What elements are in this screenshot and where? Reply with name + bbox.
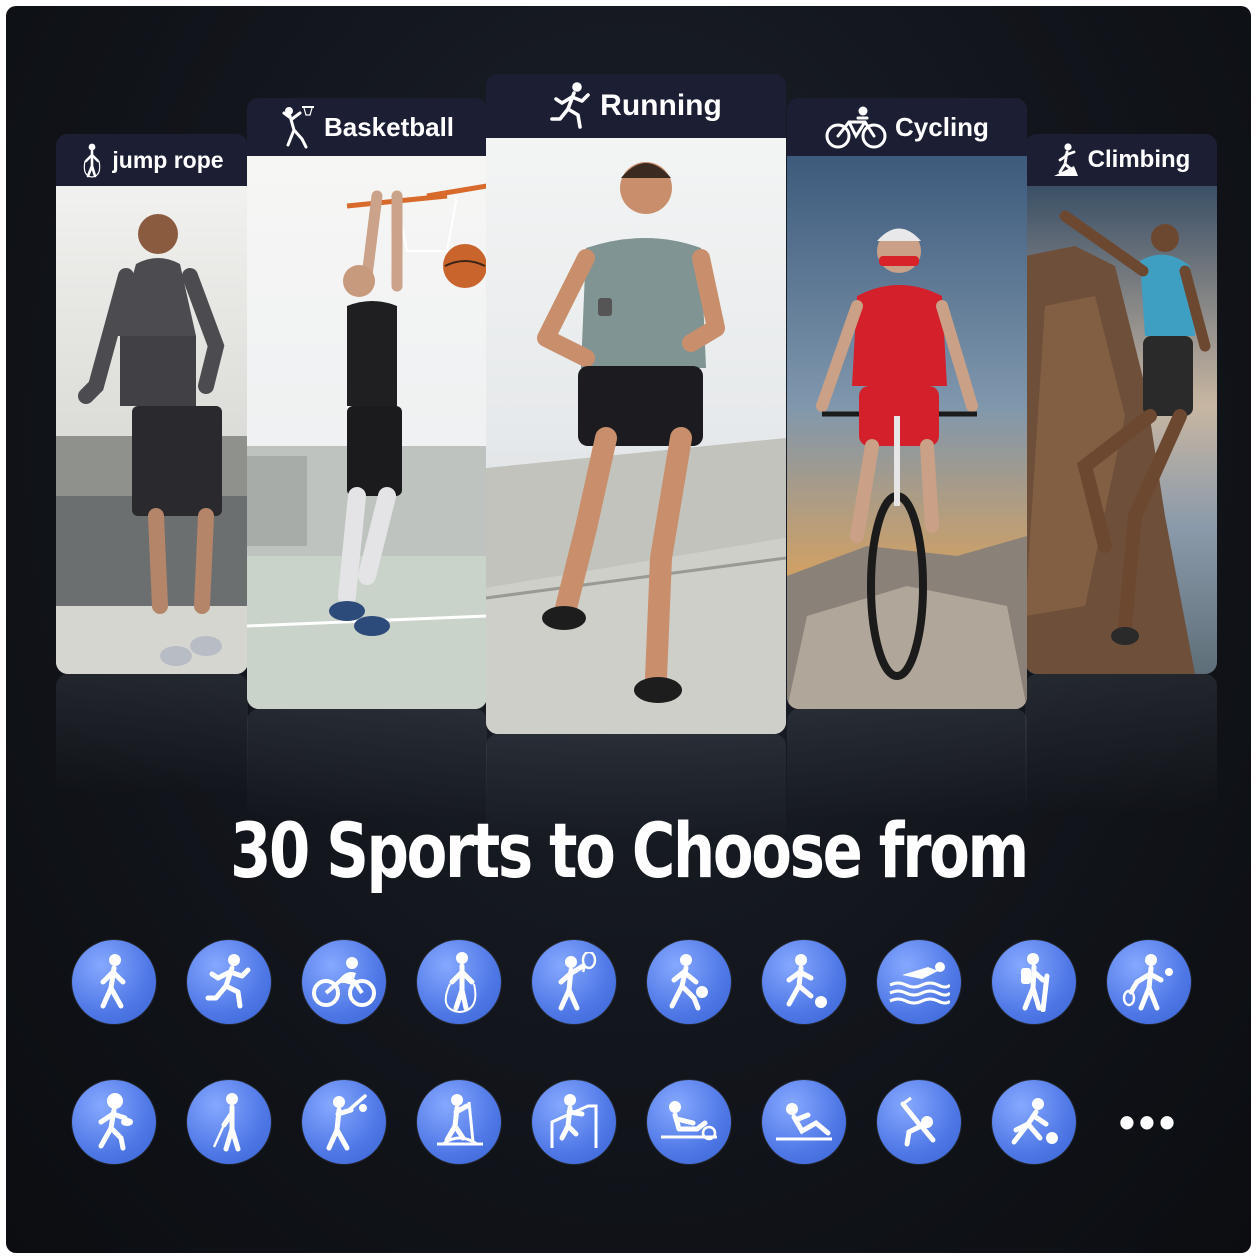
sit-ups-icon xyxy=(762,1080,846,1164)
card-label: Cycling xyxy=(895,111,989,142)
baseball-icon xyxy=(302,1080,386,1164)
jump-rope-icon xyxy=(417,940,501,1024)
basketball-icon xyxy=(647,940,731,1024)
cycling-icon xyxy=(302,940,386,1024)
more-sports-indicator: ••• xyxy=(1118,1096,1180,1148)
basketball-icon xyxy=(282,106,314,149)
headline: 30 Sports to Choose from xyxy=(230,806,1029,895)
promo-banner: jump rope Climbing Basketball Cycling Ru… xyxy=(6,6,1251,1253)
football-icon xyxy=(72,1080,156,1164)
cycling-icon xyxy=(825,106,887,149)
climbing-icon xyxy=(1053,143,1078,176)
yoga-icon xyxy=(877,1080,961,1164)
card-label: Climbing xyxy=(1087,146,1191,173)
golf-icon xyxy=(187,1080,271,1164)
running-photo xyxy=(486,138,786,734)
sport-card-cycling[interactable]: Cycling xyxy=(787,98,1027,709)
card-tab: Cycling xyxy=(787,98,1027,156)
card-tab: Running xyxy=(486,74,786,138)
tennis-icon xyxy=(1107,940,1191,1024)
card-tab: Climbing xyxy=(1025,134,1217,186)
card-tab: Basketball xyxy=(247,98,487,156)
card-reflection xyxy=(247,709,487,819)
sport-icon-row xyxy=(6,940,1251,1030)
card-reflection xyxy=(787,709,1027,819)
swimming-icon xyxy=(877,940,961,1024)
hiking-icon xyxy=(992,940,1076,1024)
sport-card-climbing[interactable]: Climbing xyxy=(1025,134,1217,674)
jump-rope-icon xyxy=(84,143,101,178)
sport-card-jump-rope[interactable]: jump rope xyxy=(56,134,248,674)
card-reflection xyxy=(1025,674,1217,814)
running-icon xyxy=(550,82,590,129)
walking-icon xyxy=(72,940,156,1024)
basketball-photo xyxy=(247,156,487,709)
climbing-photo xyxy=(1025,186,1217,674)
sport-card-running[interactable]: Running xyxy=(486,74,786,734)
sport-icon-row: ••• xyxy=(6,1080,1251,1170)
card-tab: jump rope xyxy=(56,134,248,186)
elliptical-icon xyxy=(417,1080,501,1164)
card-label: jump rope xyxy=(112,146,224,173)
card-label: Running xyxy=(600,89,722,122)
card-label: Basketball xyxy=(323,111,455,142)
soccer-icon xyxy=(762,940,846,1024)
bowling-icon xyxy=(992,1080,1076,1164)
running-icon xyxy=(187,940,271,1024)
rowing-icon xyxy=(647,1080,731,1164)
cycling-photo xyxy=(787,156,1027,709)
jump-rope-photo xyxy=(56,186,248,674)
sport-card-basketball[interactable]: Basketball xyxy=(247,98,487,709)
badminton-icon xyxy=(532,940,616,1024)
stair-climber-icon xyxy=(532,1080,616,1164)
card-reflection xyxy=(56,674,248,794)
